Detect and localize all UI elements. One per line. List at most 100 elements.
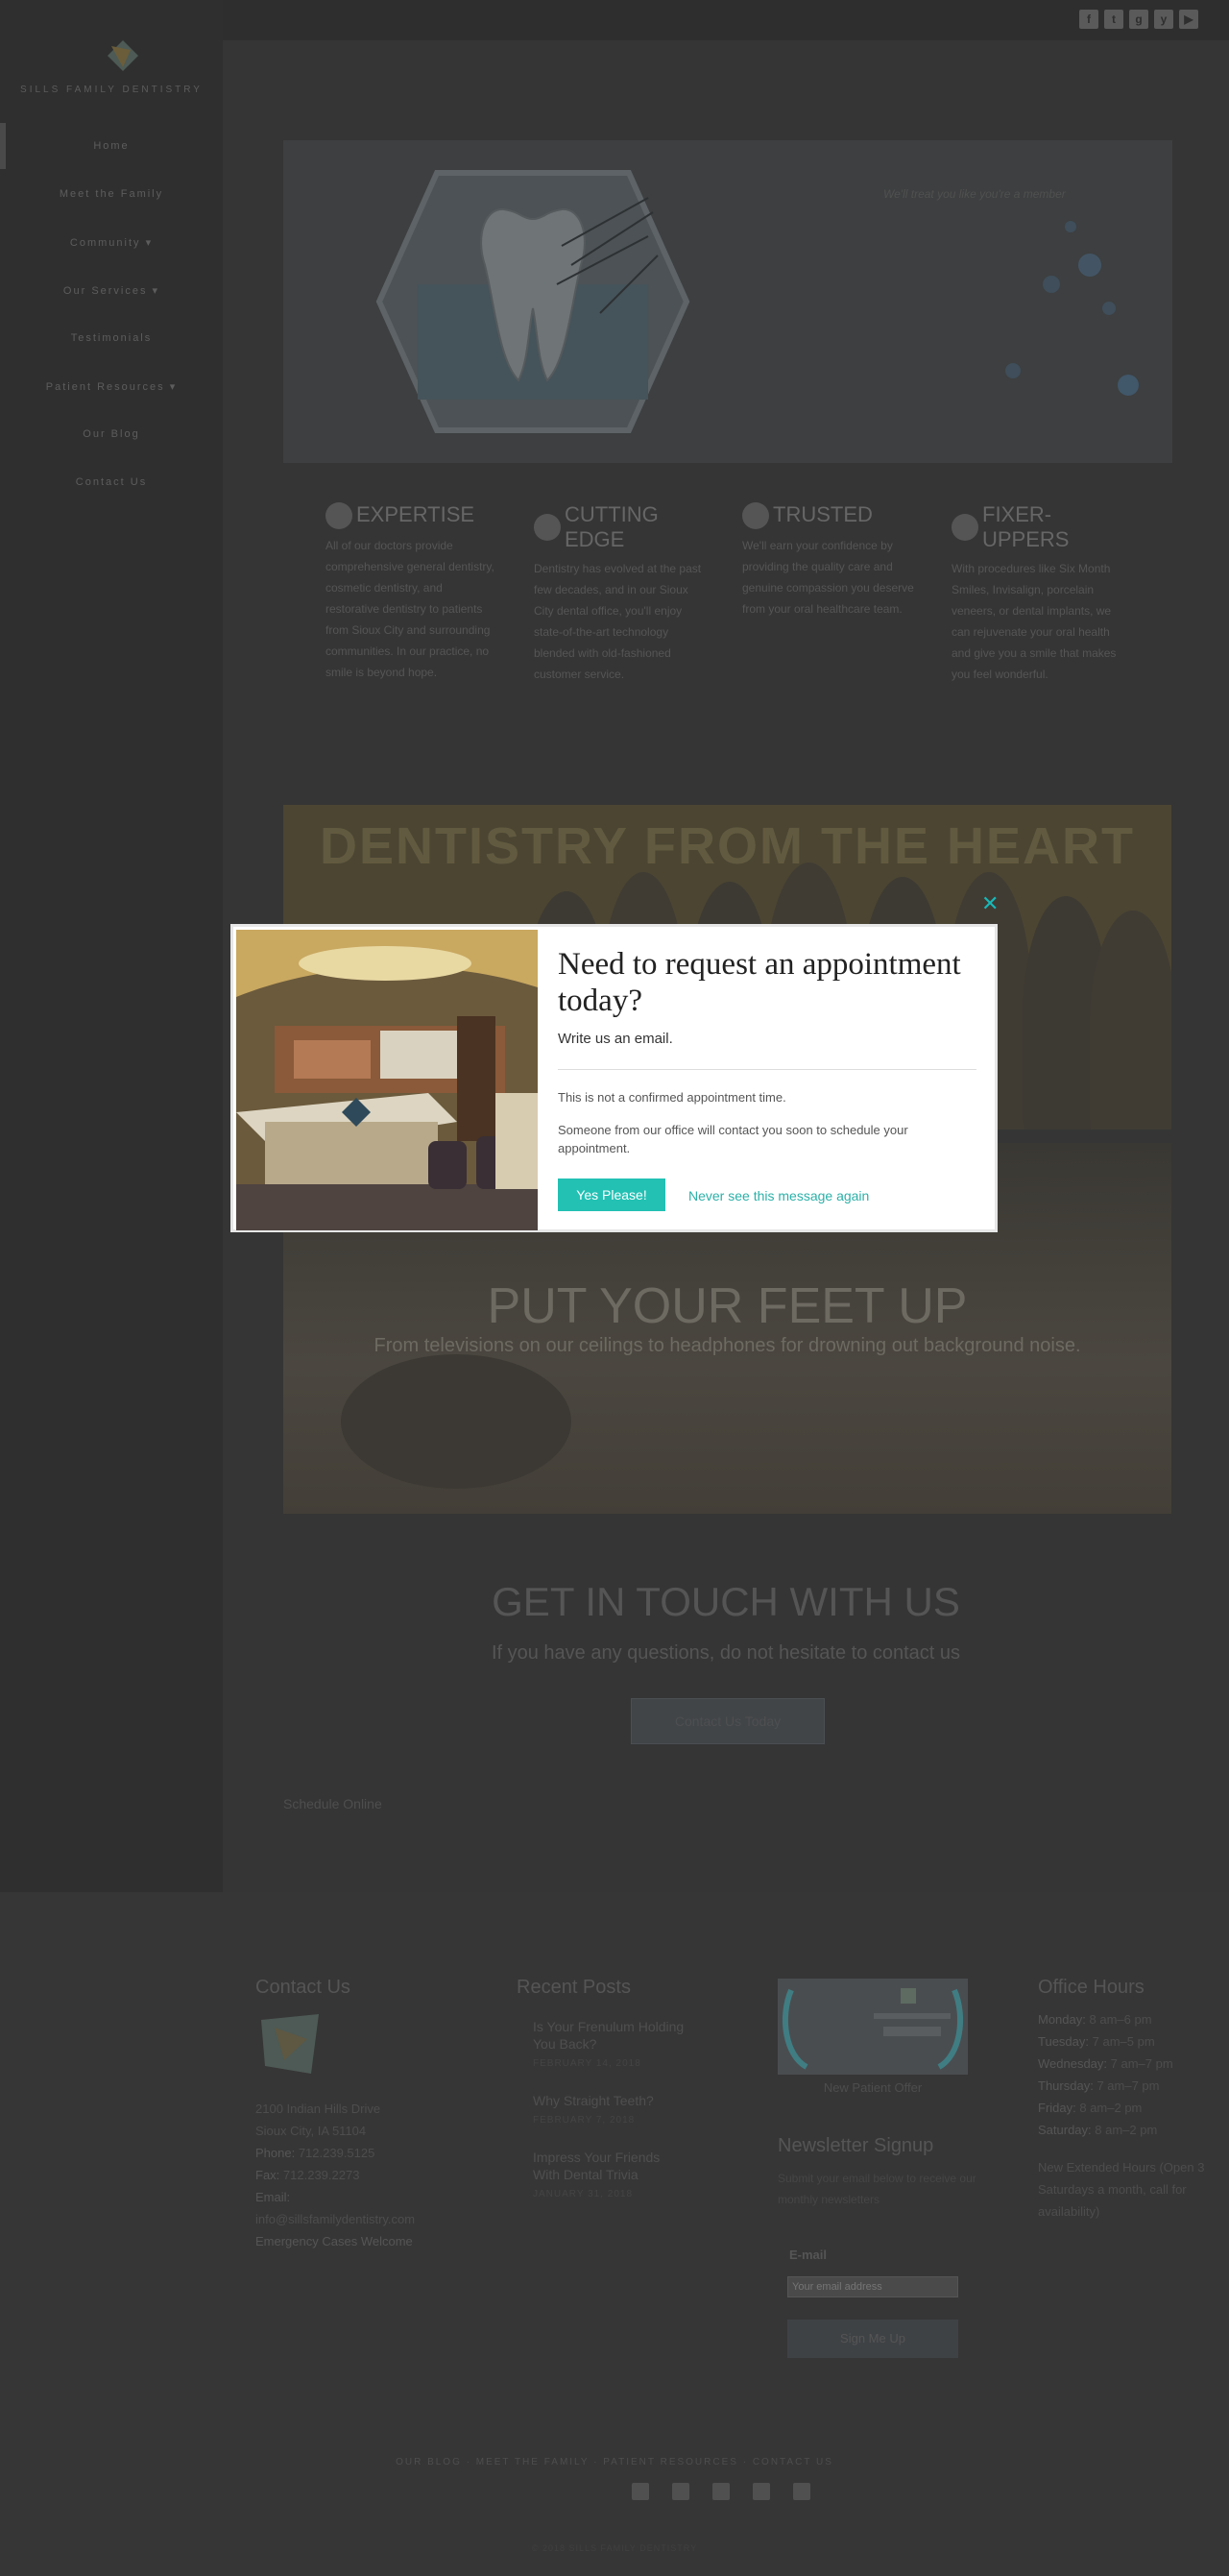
twitter-icon[interactable]: t — [1104, 10, 1123, 29]
feature-cutting-edge: CUTTING EDGE Dentistry has evolved at th… — [534, 502, 707, 685]
facebook-icon[interactable] — [632, 2483, 649, 2500]
post-title-link[interactable]: Is Your Frenulum Holding You Back? — [533, 2018, 687, 2053]
feature-body: With procedures like Six Month Smiles, I… — [952, 562, 1117, 681]
youtube-icon[interactable] — [793, 2483, 810, 2500]
yelp-icon[interactable]: y — [1154, 10, 1173, 29]
footer-contact: Contact Us 2100 Indian Hills Drive Sioux… — [255, 1977, 415, 2252]
hours-day: Tuesday: — [1038, 2034, 1089, 2049]
contact-section-subtitle: If you have any questions, do not hesita… — [491, 1642, 961, 1664]
feature-body: All of our doctors provide comprehensive… — [325, 539, 494, 679]
feature-fixer-uppers: FIXER-UPPERS With procedures like Six Mo… — [952, 502, 1124, 685]
feature-expertise: EXPERTISE All of our doctors provide com… — [325, 502, 498, 683]
office-hours-heading: Office Hours — [1038, 1977, 1145, 1998]
feature-title: FIXER-UPPERS — [982, 502, 1070, 551]
newsletter-heading: Newsletter Signup — [778, 2135, 934, 2156]
sidebar-item-home[interactable]: Home — [0, 140, 223, 152]
modal-subtitle: Write us an email. — [558, 1031, 673, 1047]
banner-subtitle: From televisions on our ceilings to head… — [374, 1335, 1081, 1356]
youtube-icon[interactable]: ▶ — [1179, 10, 1198, 29]
sign-me-up-button[interactable]: Sign Me Up — [787, 2320, 958, 2358]
sidebar-item-community[interactable]: Community ▾ — [0, 236, 223, 249]
footer-logo-icon — [261, 2014, 319, 2074]
footer-nav-links[interactable]: OUR BLOG · MEET THE FAMILY · PATIENT RES… — [0, 2457, 1229, 2467]
new-patient-offer-image[interactable] — [778, 1979, 968, 2075]
logo-text[interactable]: SILLS FAMILY DENTISTRY — [0, 85, 223, 95]
modal-note-contact: Someone from our office will contact you… — [558, 1123, 908, 1155]
fax-number: 712.239.2273 — [282, 2168, 360, 2182]
hours-day: Monday: — [1038, 2012, 1086, 2027]
yelp-icon[interactable] — [753, 2483, 770, 2500]
fax-label: Fax: — [255, 2168, 280, 2182]
never-show-again-link[interactable]: Never see this message again — [688, 1188, 869, 1203]
post-date: JANUARY 31, 2018 — [533, 2189, 634, 2199]
post-date: FEBRUARY 7, 2018 — [533, 2115, 636, 2126]
phone-label: Phone: — [255, 2146, 296, 2160]
facebook-icon[interactable]: f — [1079, 10, 1098, 29]
footer-recent-posts: Recent Posts Is Your Frenulum Holding Yo… — [517, 1977, 687, 2199]
footer-social-links — [632, 2483, 810, 2500]
hero-tagline: We'll treat you like you're a member — [883, 187, 1066, 201]
hours-day: Thursday: — [1038, 2078, 1094, 2093]
emergency-text: Emergency Cases Welcome — [255, 2234, 413, 2248]
contact-us-button[interactable]: Contact Us Today — [631, 1698, 825, 1744]
address-line-1: 2100 Indian Hills Drive — [255, 2102, 381, 2116]
copyright-text: © 2018 SILLS FAMILY DENTISTRY — [531, 2543, 698, 2553]
sidebar-item-contact-us[interactable]: Contact Us — [0, 476, 223, 488]
office-photo — [236, 930, 538, 1230]
modal-divider — [558, 1069, 976, 1070]
email-label: Email: — [255, 2190, 291, 2204]
post-title-link[interactable]: Impress Your Friends With Dental Trivia — [533, 2149, 687, 2183]
trusted-icon — [742, 502, 769, 529]
feature-trusted: TRUSTED We'll earn your confidence by pr… — [742, 502, 915, 620]
twitter-icon[interactable] — [672, 2483, 689, 2500]
footer-office-hours: Office Hours Monday: 8 am–6 pm Tuesday: … — [1038, 1977, 1211, 2223]
schedule-online-link[interactable]: Schedule Online — [283, 1796, 382, 1811]
phone-number[interactable]: 712.239.5125 — [299, 2146, 375, 2160]
sidebar-item-our-services[interactable]: Our Services ▾ — [0, 284, 223, 297]
sidebar-item-testimonials[interactable]: Testimonials — [0, 332, 223, 344]
feature-title: CUTTING EDGE — [565, 502, 659, 551]
hours-day: Wednesday: — [1038, 2056, 1108, 2071]
modal-note-unconfirmed: This is not a confirmed appointment time… — [558, 1090, 786, 1105]
post-date: FEBRUARY 14, 2018 — [533, 2058, 641, 2069]
google-plus-icon[interactable] — [712, 2483, 730, 2500]
hours-day: Saturday: — [1038, 2123, 1092, 2137]
newsletter-email-label: E-mail — [789, 2248, 828, 2262]
hours-time: 7 am–5 pm — [1092, 2034, 1155, 2049]
feature-body: We'll earn your confidence by providing … — [742, 539, 914, 616]
banner-title: DENTISTRY FROM THE HEART — [319, 817, 1135, 875]
social-links: f t g y ▶ — [1079, 10, 1198, 29]
expertise-icon — [325, 502, 352, 529]
hours-time: 8 am–6 pm — [1089, 2012, 1152, 2027]
newsletter-text: Submit your email below to receive our m… — [778, 2172, 976, 2206]
appointment-modal: Need to request an appointment today? Wr… — [230, 924, 998, 1232]
feature-title: EXPERTISE — [356, 502, 475, 526]
hours-day: Friday: — [1038, 2101, 1076, 2115]
feature-body: Dentistry has evolved at the past few de… — [534, 562, 702, 681]
sidebar-item-patient-resources[interactable]: Patient Resources ▾ — [0, 380, 223, 393]
contact-section-title: GET IN TOUCH WITH US — [492, 1579, 960, 1624]
cutting-edge-icon — [534, 514, 561, 541]
fixer-uppers-icon — [952, 514, 978, 541]
footer-contact-heading: Contact Us — [255, 1977, 350, 1998]
hours-time: 7 am–7 pm — [1110, 2056, 1173, 2071]
feature-title: TRUSTED — [773, 502, 873, 526]
logo-icon[interactable] — [106, 38, 140, 73]
recent-posts-heading: Recent Posts — [517, 1977, 631, 1998]
post-title-link[interactable]: Why Straight Teeth? — [533, 2092, 687, 2109]
google-plus-icon[interactable]: g — [1129, 10, 1148, 29]
email-link[interactable]: info@sillsfamilydentistry.com — [255, 2208, 415, 2230]
list-item: Why Straight Teeth? FEBRUARY 7, 2018 — [533, 2092, 687, 2126]
new-patient-offer-caption[interactable]: New Patient Offer — [778, 2077, 968, 2099]
sidebar-item-meet-the-family[interactable]: Meet the Family — [0, 188, 223, 200]
modal-title: Need to request an appointment today? — [558, 947, 961, 1018]
yes-please-button[interactable]: Yes Please! — [558, 1179, 665, 1211]
close-icon[interactable]: ✕ — [981, 893, 999, 914]
list-item: Is Your Frenulum Holding You Back? FEBRU… — [533, 2018, 687, 2069]
newsletter-email-input[interactable] — [787, 2276, 958, 2297]
address-line-2: Sioux City, IA 51104 — [255, 2124, 367, 2138]
banner-title: PUT YOUR FEET UP — [487, 1278, 968, 1334]
hours-time: 8 am–2 pm — [1095, 2123, 1158, 2137]
extended-hours-note: New Extended Hours (Open 3 Saturdays a m… — [1038, 2160, 1205, 2219]
sidebar-item-our-blog[interactable]: Our Blog — [0, 428, 223, 440]
